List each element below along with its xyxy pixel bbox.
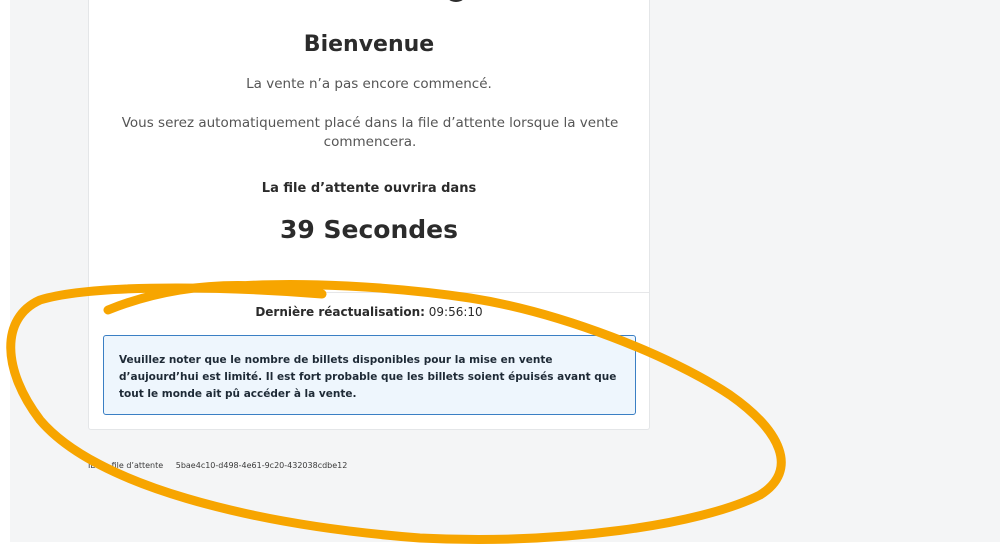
queue-id-value: 5bae4c10-d498-4e61-9c20-432038cdbe12 [175,461,348,470]
countdown-timer: 39 Secondes [280,215,458,244]
sale-status-text: La vente n’a pas encore commencé. [246,76,492,92]
logo-icon [444,0,468,2]
last-refresh-label: Dernière réactualisation: [255,305,425,319]
waiting-room-card: Bienvenue La vente n’a pas encore commen… [88,0,650,430]
queue-open-label: La file d’attente ouvrira dans [261,181,477,196]
queue-id: ID de file d’attente 5bae4c10-d498-4e61-… [88,461,347,470]
page-title: Bienvenue [303,32,435,57]
queue-info-text: Vous serez automatiquement placé dans la… [121,115,619,150]
queue-id-label: ID de file d’attente [88,461,164,470]
last-refresh-time: 09:56:10 [428,305,483,319]
last-refresh: Dernière réactualisation: 09:56:10 [89,305,649,319]
limited-tickets-notice: Veuillez noter que le nombre de billets … [103,335,636,415]
divider [89,292,649,293]
